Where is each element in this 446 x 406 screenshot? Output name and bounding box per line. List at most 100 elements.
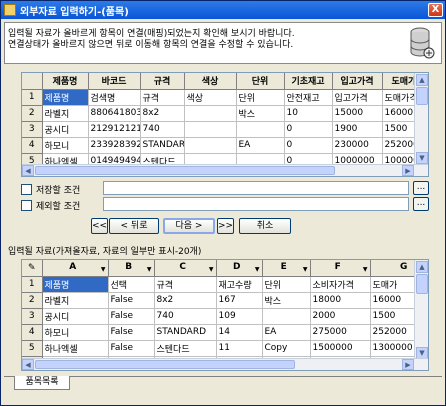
table-cell[interactable]: 스텐다드 xyxy=(154,340,217,357)
table-cell[interactable]: 740 xyxy=(154,308,217,325)
table-cell[interactable]: 8x2 xyxy=(140,105,185,122)
tab-item-list[interactable]: 품목목록 xyxy=(14,376,70,390)
preview-grid[interactable]: ✎ A▼ B▼ C▼ D▼ E▼ F▼ G▼ 1제품명선택규격재고수량단위소비자… xyxy=(21,259,429,371)
table-cell[interactable]: 0 xyxy=(284,121,333,138)
table-cell[interactable]: 공시디 xyxy=(42,308,109,325)
next-button[interactable]: 다음 > xyxy=(163,218,215,234)
table-cell[interactable]: False xyxy=(108,308,155,325)
last-button[interactable]: >> xyxy=(217,218,234,234)
scroll-up-icon[interactable]: ▲ xyxy=(416,261,428,273)
save-condition-input[interactable] xyxy=(103,181,409,195)
row-number[interactable]: 4 xyxy=(22,324,43,341)
row-number[interactable]: 5 xyxy=(22,340,43,357)
table-cell[interactable]: 하나엑셀 xyxy=(42,340,109,357)
table-cell[interactable]: 박스 xyxy=(262,292,311,309)
mapping-grid[interactable]: 제품명 바코드 규격 색상 단위 기초재고 입고가격 도매가격 1 제품명 검색명 규… xyxy=(21,72,429,177)
column-header[interactable]: D ▼ xyxy=(216,260,263,277)
scroll-down-icon[interactable]: ▼ xyxy=(416,152,428,164)
table-cell[interactable] xyxy=(184,137,237,154)
exclude-condition-checkbox[interactable] xyxy=(21,200,32,211)
table-row[interactable]: 5 하나엑셀 False 스텐다드 11 Copy 1500000 1300000 xyxy=(22,340,428,357)
exclude-condition-input[interactable] xyxy=(103,197,409,211)
table-cell[interactable]: 하모니 xyxy=(42,137,89,154)
column-header[interactable]: B ▼ xyxy=(108,260,155,277)
table-cell[interactable]: 단위 xyxy=(262,276,311,293)
table-cell[interactable]: 14 xyxy=(216,324,263,341)
scroll-up-icon[interactable]: ▲ xyxy=(416,74,428,86)
table-cell[interactable]: 2129121212 xyxy=(88,121,141,138)
save-condition-checkbox[interactable] xyxy=(21,184,32,195)
table-row[interactable]: 2 라벨지 False 8x2 167 박스 18000 16000 xyxy=(22,292,428,309)
column-header[interactable]: F ▼ xyxy=(310,260,371,277)
column-header[interactable]: 입고가격 xyxy=(332,73,383,90)
table-row[interactable]: 3 공시디 False 740 109 2000 1500 xyxy=(22,308,428,325)
table-cell[interactable]: STANDARD xyxy=(154,324,217,341)
table-cell[interactable]: 0 xyxy=(284,137,333,154)
table-cell[interactable]: False xyxy=(108,292,155,309)
table-cell[interactable]: STANDARD xyxy=(140,137,185,154)
column-header[interactable]: 기초재고 xyxy=(284,73,333,90)
table-cell[interactable]: 18000 xyxy=(310,292,371,309)
table-cell[interactable]: 색상 xyxy=(184,89,237,106)
table-cell[interactable]: 109 xyxy=(216,308,263,325)
column-header[interactable]: C ▼ xyxy=(154,260,217,277)
table-cell[interactable]: 재고수량 xyxy=(216,276,263,293)
table-cell[interactable]: 선택 xyxy=(108,276,155,293)
table-cell[interactable]: 10 xyxy=(284,105,333,122)
scroll-left-icon[interactable]: ◀ xyxy=(22,359,34,370)
table-cell[interactable]: 규격 xyxy=(140,89,185,106)
table-cell[interactable]: 입고가격 xyxy=(332,89,383,106)
scroll-thumb[interactable] xyxy=(416,87,428,105)
column-header[interactable]: 색상 xyxy=(184,73,237,90)
table-cell[interactable]: 167 xyxy=(216,292,263,309)
table-cell[interactable]: 1500000 xyxy=(310,340,371,357)
table-cell[interactable]: 제품명 xyxy=(42,89,89,106)
column-header[interactable]: 규격 xyxy=(140,73,185,90)
preview-vscrollbar[interactable]: ▲ ▼ xyxy=(414,260,428,360)
table-cell[interactable]: EA xyxy=(262,324,311,341)
table-cell[interactable]: 검색명 xyxy=(88,89,141,106)
preview-hscrollbar[interactable]: ◀ ▶ xyxy=(22,358,428,370)
row-number[interactable]: 1 xyxy=(22,89,43,106)
table-cell[interactable]: 2000 xyxy=(310,308,371,325)
scroll-thumb[interactable] xyxy=(35,166,335,175)
column-header[interactable]: 바코드 xyxy=(88,73,141,90)
table-cell[interactable]: 제품명 xyxy=(42,276,109,293)
table-cell[interactable]: 740 xyxy=(140,121,185,138)
close-button[interactable]: X xyxy=(428,3,443,17)
table-cell[interactable] xyxy=(262,308,311,325)
table-cell[interactable]: False xyxy=(108,324,155,341)
mapping-vscrollbar[interactable]: ▲ ▼ xyxy=(414,73,428,165)
scroll-thumb[interactable] xyxy=(416,274,428,294)
exclude-condition-browse-button[interactable]: ... xyxy=(413,197,429,211)
title-bar[interactable]: 외부자료 입력하기-(품목) X xyxy=(1,1,445,19)
table-cell[interactable]: 안전재고 xyxy=(284,89,333,106)
table-cell[interactable]: 230000 xyxy=(332,137,383,154)
table-cell[interactable] xyxy=(184,121,237,138)
table-cell[interactable]: 단위 xyxy=(236,89,285,106)
table-row[interactable]: 3공시디2129121212740019001500 xyxy=(22,121,428,138)
table-cell[interactable]: 2339283928 xyxy=(88,137,141,154)
row-number[interactable]: 1 xyxy=(22,276,43,293)
table-cell[interactable]: 소비자가격 xyxy=(310,276,371,293)
table-cell[interactable]: False xyxy=(108,340,155,357)
table-cell[interactable]: 8x2 xyxy=(154,292,217,309)
table-cell[interactable]: 하모니 xyxy=(42,324,109,341)
table-row[interactable]: 4하모니2339283928STANDARDEA0230000252000 xyxy=(22,137,428,154)
table-cell[interactable]: EA xyxy=(236,137,285,154)
table-cell[interactable]: 라벨지 xyxy=(42,105,89,122)
table-cell[interactable]: Copy xyxy=(262,340,311,357)
table-cell[interactable]: 11 xyxy=(216,340,263,357)
table-cell[interactable] xyxy=(184,105,237,122)
table-row[interactable]: 1 제품명 선택 규격 재고수량 단위 소비자가격 도매가 xyxy=(22,276,428,293)
first-button[interactable]: << xyxy=(91,218,108,234)
table-cell[interactable]: 공시디 xyxy=(42,121,89,138)
row-number[interactable]: 2 xyxy=(22,105,43,122)
column-header[interactable]: E ▼ xyxy=(262,260,311,277)
back-button[interactable]: < 뒤로 xyxy=(109,218,159,234)
scroll-left-icon[interactable]: ◀ xyxy=(22,165,34,176)
table-cell[interactable]: 1900 xyxy=(332,121,383,138)
scroll-right-icon[interactable]: ▶ xyxy=(402,165,414,176)
table-cell[interactable]: 라벨지 xyxy=(42,292,109,309)
table-cell[interactable]: 15000 xyxy=(332,105,383,122)
